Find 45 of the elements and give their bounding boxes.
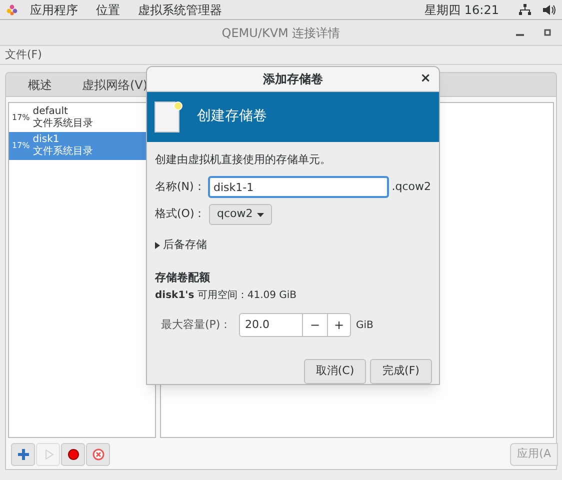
name-input[interactable]: disk1-1 (208, 176, 389, 198)
dialog-title: 添加存储卷 (263, 70, 323, 88)
cancel-button[interactable]: 取消(C) (304, 359, 366, 384)
description: 创建由虚拟机直接使用的存储单元。 (155, 152, 332, 168)
close-button[interactable]: × (420, 71, 431, 87)
window-title: QEMU/KVM 连接详情 (222, 24, 340, 42)
tab[interactable]: 虚拟网络(V) (72, 74, 158, 96)
increment-button[interactable]: + (327, 313, 351, 337)
name-label: 名称(N)： (155, 178, 206, 195)
dialog-heading: 创建存储卷 (197, 107, 267, 126)
decrement-button[interactable]: − (303, 313, 327, 337)
stop-button[interactable] (61, 443, 85, 466)
menu-item[interactable]: 文件(F) (5, 46, 42, 64)
pool-type: 文件系统目录 (32, 118, 93, 130)
pool-name: default (32, 106, 69, 118)
volume-icon[interactable] (543, 4, 556, 16)
capacity-input[interactable]: 20.0 (239, 313, 303, 337)
add-icon (16, 448, 30, 461)
available-space: disk1's 可用空间：41.09 GiB (155, 288, 298, 303)
usage-text: 17% (12, 112, 30, 124)
caret-icon (256, 212, 264, 216)
finish-button[interactable]: 完成(F) (370, 359, 432, 384)
top-menu-item[interactable]: 虚拟系统管理器 (138, 0, 222, 18)
delete-icon (92, 448, 104, 461)
backing-store-expander[interactable]: 后备存储 (155, 237, 431, 254)
capacity-label: 最大容量(P)： (161, 316, 232, 333)
name-suffix: .qcow2 (392, 178, 431, 195)
top-menu-item[interactable]: 应用程序 (30, 0, 78, 18)
network-icon[interactable] (519, 4, 531, 16)
add-button[interactable] (11, 443, 35, 466)
new-file-icon (153, 100, 183, 134)
delete-button[interactable] (86, 443, 110, 466)
tab[interactable]: 概述 (18, 74, 62, 96)
format-label: 格式(O)： (155, 206, 206, 222)
usage-text: 17% (12, 140, 30, 152)
top-menu-item[interactable]: 位置 (96, 0, 120, 18)
clock[interactable]: 星期四 16:21 (424, 0, 499, 18)
app-menu-icon[interactable] (6, 4, 18, 16)
record-icon (66, 448, 80, 461)
pool-name: disk1 (32, 134, 60, 146)
maximize-icon[interactable] (544, 29, 551, 36)
capacity-unit: GiB (356, 318, 374, 332)
pool-type: 文件系统目录 (32, 146, 93, 158)
format-dropdown[interactable]: qcow2 (209, 204, 272, 225)
quota-title: 存储卷配额 (155, 270, 211, 286)
